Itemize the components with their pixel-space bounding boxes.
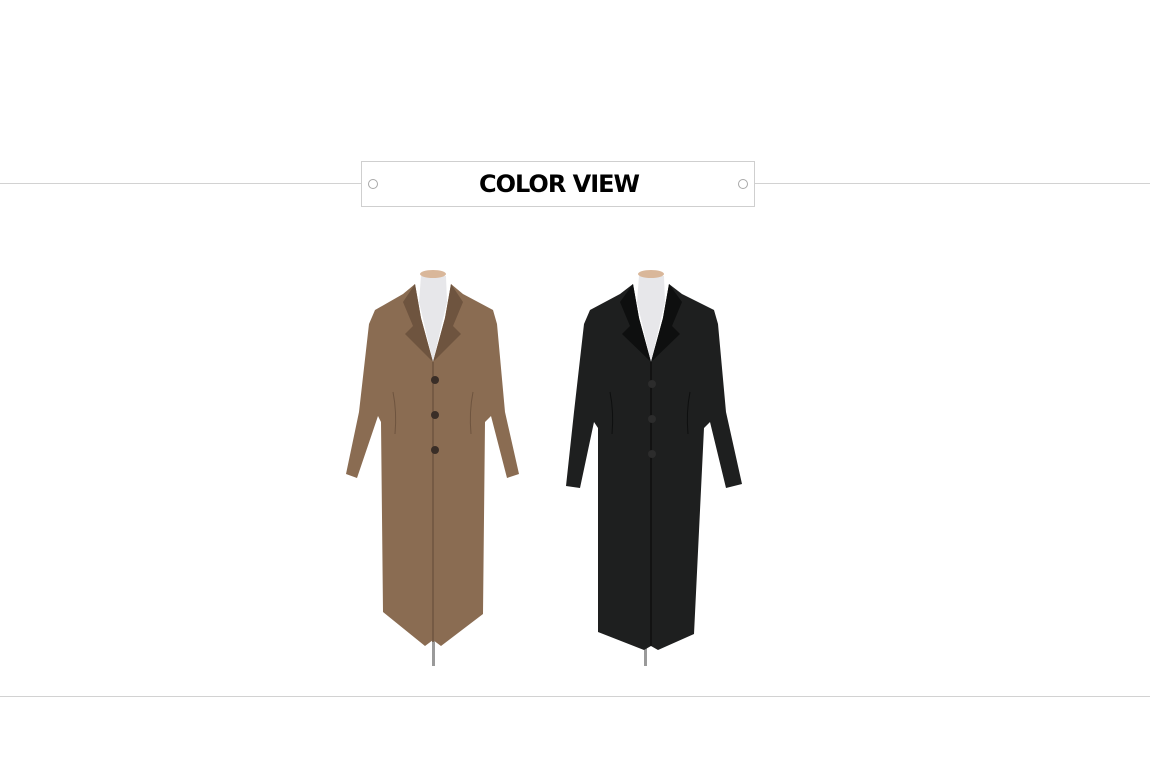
ring-decoration-left	[368, 179, 378, 189]
coat-button-3	[431, 446, 439, 454]
section-title: COLOR VIEW	[478, 170, 640, 198]
coat-button-1	[431, 376, 439, 384]
product-image-brown-coat[interactable]	[333, 262, 533, 672]
coat-illustration-brown	[346, 270, 519, 666]
mannequin-cap	[638, 270, 664, 278]
product-image-black-coat[interactable]	[554, 262, 754, 672]
mannequin-cap	[420, 270, 446, 278]
coat-button-2	[431, 411, 439, 419]
section-divider-bottom	[0, 696, 1150, 697]
coat-button-2	[648, 415, 656, 423]
coat-button-3	[648, 450, 656, 458]
ring-decoration-right	[738, 179, 748, 189]
coat-illustration-black	[566, 270, 742, 666]
coat-button-1	[648, 380, 656, 388]
section-title-box: COLOR VIEW	[361, 161, 755, 207]
